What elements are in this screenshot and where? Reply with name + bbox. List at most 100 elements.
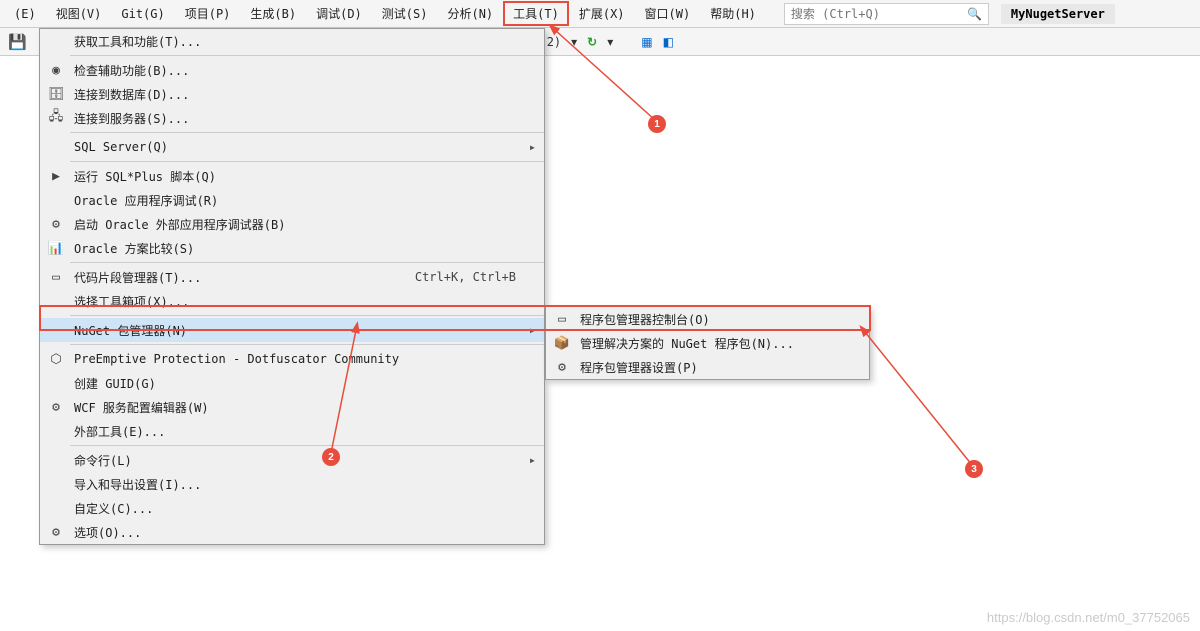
menu-item[interactable]: SQL Server(Q) ▸ — [40, 135, 544, 159]
menu-item-label: WCF 服务配置编辑器(W) — [68, 399, 516, 416]
menu-test[interactable]: 测试(S) — [372, 1, 438, 26]
menu-separator — [70, 132, 544, 133]
menu-view[interactable]: 视图(V) — [46, 1, 112, 26]
console-icon: ▭ — [550, 312, 574, 327]
compare-icon: 📊 — [44, 241, 68, 256]
annotation-badge-2: 2 — [322, 448, 340, 466]
menu-item[interactable]: ⬡PreEmptive Protection - Dotfuscator Com… — [40, 347, 544, 371]
toolbar-dropdown-suffix: 2) — [547, 35, 561, 49]
search-icon: 🔍 — [967, 7, 982, 21]
nuget-submenu: ▭程序包管理器控制台(O)📦管理解决方案的 NuGet 程序包(N)...⚙程序… — [545, 306, 870, 380]
chevron-down-icon[interactable]: ▾ — [571, 35, 577, 49]
menu-item-label: 代码片段管理器(T)... — [68, 269, 415, 286]
menu-item[interactable]: NuGet 包管理器(N) ▸ — [40, 318, 544, 342]
submenu-item[interactable]: ⚙程序包管理器设置(P) — [546, 355, 869, 379]
search-box[interactable]: 🔍 — [784, 3, 989, 25]
chevron-right-icon: ▸ — [524, 140, 536, 154]
menu-item[interactable]: 外部工具(E)... — [40, 419, 544, 443]
launch-icon: ⚙ — [44, 217, 68, 232]
db-connect-icon: 🗄 — [44, 87, 68, 102]
menu-item[interactable]: ▶运行 SQL*Plus 脚本(Q) — [40, 164, 544, 188]
menu-tools[interactable]: 工具(T) — [503, 1, 569, 26]
menu-extensions[interactable]: 扩展(X) — [569, 1, 635, 26]
package-icon: 📦 — [550, 336, 574, 351]
menu-separator — [70, 445, 544, 446]
chevron-right-icon: ▸ — [524, 453, 536, 467]
menu-item[interactable]: 选择工具箱项(X)... — [40, 289, 544, 313]
annotation-arrow-3 — [850, 320, 990, 480]
menu-git[interactable]: Git(G) — [111, 3, 174, 25]
menu-separator — [70, 315, 544, 316]
menu-separator — [70, 262, 544, 263]
menu-item-label: 外部工具(E)... — [68, 423, 516, 440]
menu-edit[interactable]: (E) — [4, 3, 46, 25]
menu-item-label: 导入和导出设置(I)... — [68, 476, 516, 493]
menu-analyze[interactable]: 分析(N) — [437, 1, 503, 26]
menu-item-label: 获取工具和功能(T)... — [68, 33, 516, 50]
menu-item-shortcut: Ctrl+K, Ctrl+B — [415, 270, 524, 284]
menu-item[interactable]: 🖧连接到服务器(S)... — [40, 106, 544, 130]
menu-item[interactable]: ⚙选项(O)... — [40, 520, 544, 544]
menu-item-label: 选项(O)... — [68, 524, 516, 541]
menu-item[interactable]: 自定义(C)... — [40, 496, 544, 520]
gear-icon: ⚙ — [550, 360, 574, 375]
menu-item[interactable]: ⚙启动 Oracle 外部应用程序调试器(B) — [40, 212, 544, 236]
shield-icon: ⬡ — [44, 352, 68, 367]
annotation-badge-1: 1 — [648, 115, 666, 133]
menu-item-label: NuGet 包管理器(N) — [68, 322, 516, 339]
menu-item[interactable]: Oracle 应用程序调试(R) — [40, 188, 544, 212]
menu-separator — [70, 55, 544, 56]
menu-item[interactable]: 创建 GUID(G) — [40, 371, 544, 395]
menu-item-label: 连接到服务器(S)... — [68, 110, 516, 127]
menu-item-label: 选择工具箱项(X)... — [68, 293, 516, 310]
menu-item[interactable]: ⚙WCF 服务配置编辑器(W) — [40, 395, 544, 419]
snippet-icon: ▭ — [44, 270, 68, 285]
profile-label[interactable]: MyNugetServer — [1001, 4, 1115, 24]
menu-item[interactable]: 获取工具和功能(T)... — [40, 29, 544, 53]
gear-icon: ⚙ — [44, 525, 68, 540]
tools-dropdown: 获取工具和功能(T)...◉检查辅助功能(B)...🗄连接到数据库(D)...🖧… — [39, 28, 545, 545]
menu-item-label: Oracle 应用程序调试(R) — [68, 192, 516, 209]
watermark: https://blog.csdn.net/m0_37752065 — [987, 610, 1190, 625]
menu-debug[interactable]: 调试(D) — [306, 1, 372, 26]
accessibility-icon: ◉ — [44, 63, 68, 78]
toolbar-icon-1[interactable]: ▦ — [641, 35, 652, 49]
submenu-item-label: 程序包管理器设置(P) — [574, 359, 861, 376]
play-icon: ▶ — [44, 169, 68, 184]
menu-item-label: 启动 Oracle 外部应用程序调试器(B) — [68, 216, 516, 233]
menu-item-label: 运行 SQL*Plus 脚本(Q) — [68, 168, 516, 185]
menu-separator — [70, 161, 544, 162]
menu-item[interactable]: 🗄连接到数据库(D)... — [40, 82, 544, 106]
menu-project[interactable]: 项目(P) — [175, 1, 241, 26]
submenu-item-label: 管理解决方案的 NuGet 程序包(N)... — [574, 335, 861, 352]
refresh-icon[interactable]: ↻ — [587, 35, 597, 49]
submenu-item[interactable]: 📦管理解决方案的 NuGet 程序包(N)... — [546, 331, 869, 355]
menu-item[interactable]: ◉检查辅助功能(B)... — [40, 58, 544, 82]
server-connect-icon: 🖧 — [44, 107, 68, 129]
menu-build[interactable]: 生成(B) — [240, 1, 306, 26]
save-icon[interactable]: 💾 — [8, 33, 27, 51]
annotation-badge-3: 3 — [965, 460, 983, 478]
menu-window[interactable]: 窗口(W) — [635, 1, 701, 26]
menu-item-label: 检查辅助功能(B)... — [68, 62, 516, 79]
toolbar-icon-2[interactable]: ◧ — [663, 35, 674, 49]
chevron-right-icon: ▸ — [524, 323, 536, 337]
menu-separator — [70, 344, 544, 345]
submenu-item[interactable]: ▭程序包管理器控制台(O) — [546, 307, 869, 331]
menu-item-label: PreEmptive Protection - Dotfuscator Comm… — [68, 352, 516, 366]
menu-item[interactable]: 命令行(L) ▸ — [40, 448, 544, 472]
menubar: (E) 视图(V) Git(G) 项目(P) 生成(B) 调试(D) 测试(S)… — [0, 0, 1200, 28]
search-input[interactable] — [791, 7, 967, 21]
menu-item[interactable]: 📊Oracle 方案比较(S) — [40, 236, 544, 260]
menu-item-label: 命令行(L) — [68, 452, 516, 469]
menu-help[interactable]: 帮助(H) — [700, 1, 766, 26]
menu-item[interactable]: 导入和导出设置(I)... — [40, 472, 544, 496]
submenu-item-label: 程序包管理器控制台(O) — [574, 311, 861, 328]
menu-item[interactable]: ▭代码片段管理器(T)...Ctrl+K, Ctrl+B — [40, 265, 544, 289]
menu-item-label: 连接到数据库(D)... — [68, 86, 516, 103]
menu-item-label: Oracle 方案比较(S) — [68, 240, 516, 257]
wcf-icon: ⚙ — [44, 400, 68, 415]
menu-item-label: 自定义(C)... — [68, 500, 516, 517]
menu-item-label: SQL Server(Q) — [68, 140, 516, 154]
menu-item-label: 创建 GUID(G) — [68, 375, 516, 392]
